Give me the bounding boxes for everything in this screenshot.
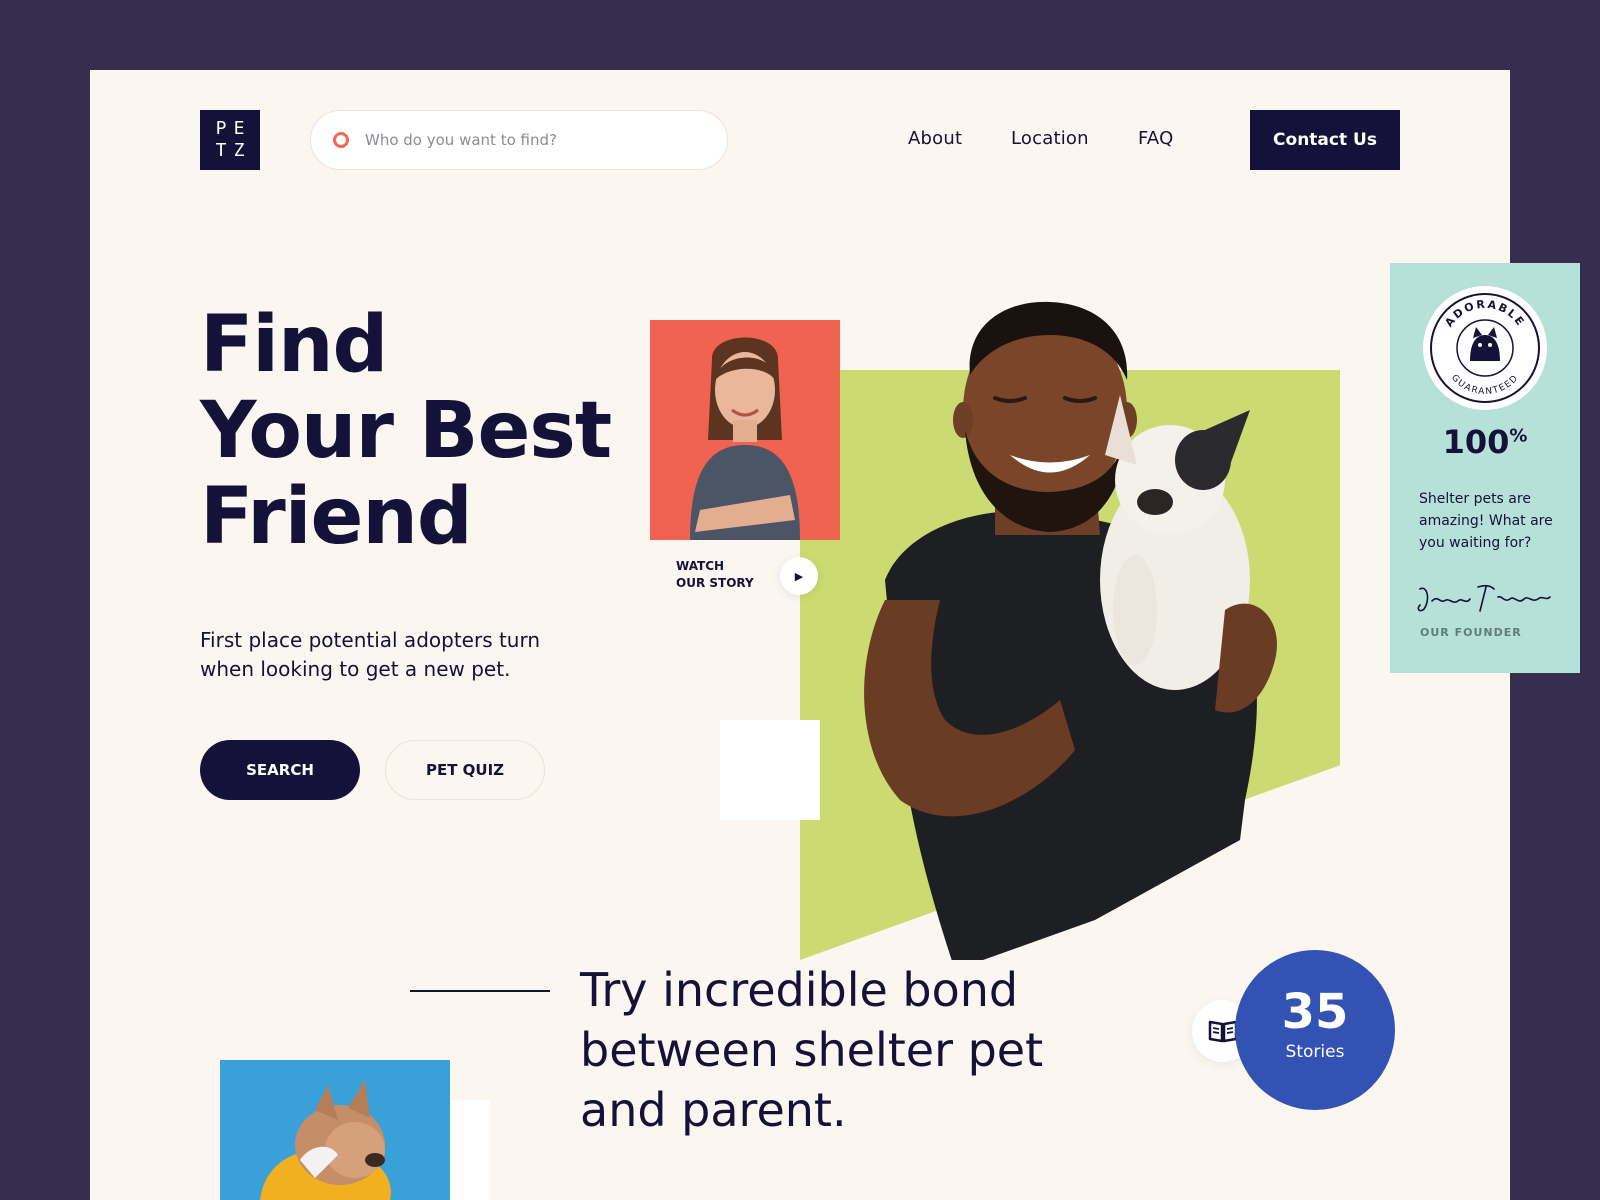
- logo-letter: E: [233, 118, 245, 139]
- percent-value: 100%: [1390, 423, 1580, 461]
- hero-title-line: Your Best: [200, 386, 612, 476]
- logo-letter: Z: [233, 140, 245, 161]
- founder-signature: [1417, 584, 1551, 612]
- book-glyph: [1208, 1020, 1238, 1043]
- hero-subtitle: First place potential adopters turn when…: [200, 628, 541, 681]
- story-label: OUR STORY: [676, 576, 754, 590]
- stories-badge[interactable]: 35 Stories: [1235, 950, 1395, 1110]
- puppy-photo: [220, 1060, 450, 1200]
- divider-line: [410, 990, 550, 992]
- nav-location[interactable]: Location: [1011, 128, 1089, 149]
- watch-label: WATCH: [676, 559, 725, 573]
- contact-us-button[interactable]: Contact Us: [1250, 110, 1400, 170]
- petz-logo[interactable]: P E T Z: [200, 110, 260, 170]
- percent-number: 100: [1442, 423, 1510, 461]
- man-holding-puppy-photo: [864, 301, 1277, 960]
- play-icon[interactable]: ▶: [780, 557, 818, 595]
- stories-label: Stories: [1285, 1042, 1345, 1062]
- page-frame: P E T Z About Location FAQ Contact Us Fi…: [90, 70, 1510, 1200]
- hero-title: Find Your Best Friend: [200, 300, 612, 562]
- decorative-rectangle: [450, 1100, 490, 1200]
- logo-letter: P: [215, 118, 227, 139]
- pet-quiz-button[interactable]: PET QUIZ: [385, 740, 545, 800]
- percent-sign: %: [1509, 425, 1528, 447]
- hero-title-line: Find: [200, 300, 388, 390]
- nav-faq[interactable]: FAQ: [1138, 128, 1173, 149]
- tagline: Try incredible bond between shelter pet …: [580, 963, 1044, 1137]
- search-bar: [310, 110, 728, 170]
- search-ring-icon: [333, 132, 349, 148]
- hero-title-line: Friend: [200, 472, 473, 562]
- search-input[interactable]: [365, 131, 685, 149]
- puppy-illustration: [260, 1080, 391, 1200]
- founder-quote: Shelter pets are amazing! What are you w…: [1419, 491, 1553, 551]
- guarantee-card: ADORABLE GUARANTEED 100% Shelter pets ar…: [1390, 263, 1580, 673]
- nav-about[interactable]: About: [908, 128, 962, 149]
- stories-count: 35: [1281, 984, 1349, 1040]
- adorable-guaranteed-stamp: ADORABLE GUARANTEED: [1423, 286, 1547, 410]
- search-button[interactable]: SEARCH: [200, 740, 360, 800]
- decorative-square: [720, 720, 820, 820]
- founder-label: OUR FOUNDER: [1420, 626, 1522, 639]
- woman-portrait-photo: [650, 320, 840, 540]
- logo-letter: T: [215, 140, 227, 161]
- watch-story-link[interactable]: WATCH OUR STORY: [676, 558, 754, 592]
- woman-illustration: [690, 337, 800, 540]
